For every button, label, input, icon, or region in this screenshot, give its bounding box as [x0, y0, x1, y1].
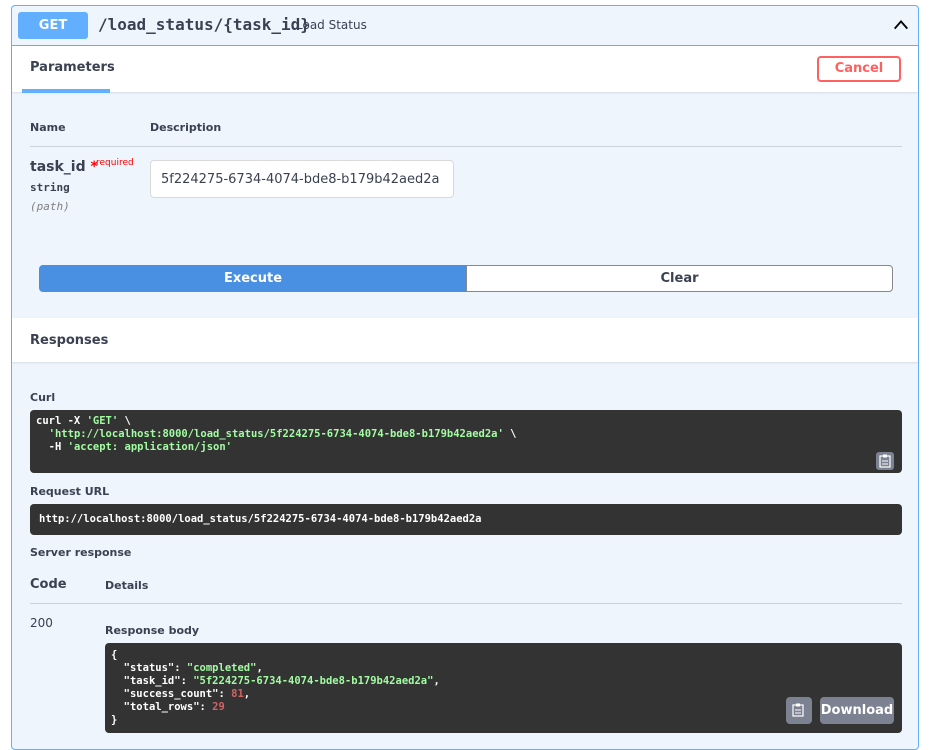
curl-header-flag: -H — [48, 441, 68, 453]
request-url-block: http://localhost:8000/load_status/5f2242… — [30, 504, 902, 535]
tab-parameters[interactable]: Parameters — [30, 60, 115, 75]
curl-url: 'http://localhost:8000/load_status/5f224… — [48, 428, 504, 440]
cancel-button[interactable]: Cancel — [817, 56, 901, 82]
endpoint-summary: Load Status — [296, 18, 367, 32]
curl-cmd: curl -X — [36, 415, 87, 427]
response-body-label: Response body — [105, 624, 200, 637]
http-method-badge: GET — [18, 12, 88, 39]
column-header-description: Description — [150, 121, 222, 134]
json-value: "completed" — [186, 662, 257, 674]
execute-button[interactable]: Execute — [39, 265, 467, 292]
json-brace: { — [111, 649, 118, 661]
curl-continuation: \ — [503, 428, 517, 440]
parameter-type: string — [30, 181, 70, 194]
json-key: "total_rows" — [123, 701, 200, 713]
clear-button[interactable]: Clear — [466, 265, 893, 292]
tab-active-indicator — [22, 89, 110, 93]
details-column-header: Details — [105, 579, 149, 592]
server-response-label: Server response — [30, 546, 132, 559]
operation-summary[interactable]: GET /load_status/{task_id} Load Status — [12, 6, 918, 46]
parameters-header: Parameters Cancel — [12, 46, 918, 93]
clipboard-icon — [792, 703, 804, 717]
divider — [30, 146, 902, 147]
parameter-location: (path) — [30, 200, 70, 213]
task-id-input[interactable] — [150, 160, 454, 198]
response-status-code: 200 — [30, 616, 53, 630]
clipboard-icon — [879, 454, 891, 468]
endpoint-path: /load_status/{task_id} — [98, 15, 310, 34]
code-column-header: Code — [30, 577, 67, 592]
responses-header — [12, 318, 918, 362]
curl-code-block: curl -X 'GET' \ 'http://localhost:8000/l… — [30, 410, 902, 473]
copy-response-button[interactable] — [786, 697, 812, 724]
parameter-name-text: task_id — [30, 159, 86, 175]
curl-method: 'GET' — [86, 415, 119, 427]
parameter-name: task_id * — [30, 159, 98, 175]
response-body-block: { "status": "completed", "task_id": "5f2… — [105, 643, 902, 733]
json-value: 81 — [231, 688, 244, 700]
curl-label: Curl — [30, 391, 56, 404]
json-key: "task_id" — [123, 675, 181, 687]
copy-to-clipboard-button[interactable] — [876, 452, 894, 470]
json-value: 29 — [212, 701, 225, 713]
curl-continuation: \ — [118, 415, 131, 427]
responses-title: Responses — [30, 333, 109, 348]
download-button[interactable]: Download — [820, 697, 894, 724]
json-key: "success_count" — [123, 688, 219, 700]
json-value: "5f224275-6734-4074-bde8-b179b42aed2a" — [193, 675, 434, 687]
json-key: "status" — [123, 662, 175, 674]
request-url-label: Request URL — [30, 485, 110, 498]
chevron-up-icon[interactable] — [892, 16, 910, 34]
curl-header: 'accept: application/json' — [67, 441, 232, 453]
divider — [30, 603, 902, 604]
json-brace: } — [111, 714, 118, 726]
required-label: required — [96, 158, 134, 168]
column-header-name: Name — [30, 121, 66, 134]
operation-block: GET /load_status/{task_id} Load Status P… — [11, 5, 919, 750]
